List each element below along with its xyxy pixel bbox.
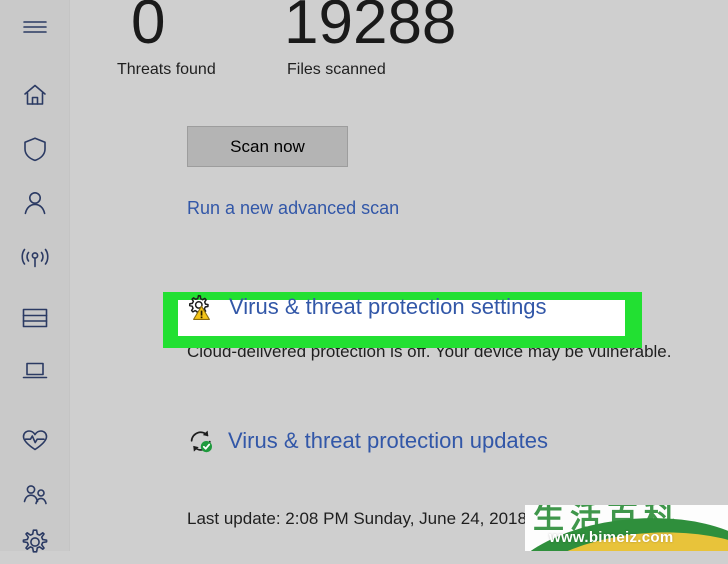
refresh-check-icon bbox=[187, 427, 215, 455]
navigation-rail bbox=[0, 0, 70, 553]
scan-statistics: 0 Threats found 19288 Files scanned bbox=[117, 0, 456, 80]
last-update-text: Last update: 2:08 PM Sunday, June 24, 20… bbox=[187, 509, 527, 528]
nav-item-device-performance-health[interactable] bbox=[0, 418, 70, 462]
home-icon bbox=[21, 81, 49, 109]
nav-item-menu[interactable] bbox=[0, 5, 70, 49]
files-scanned-label: Files scanned bbox=[287, 61, 386, 78]
shield-icon bbox=[21, 135, 49, 163]
laptop-icon bbox=[20, 357, 50, 383]
files-scanned-value: 19288 bbox=[284, 0, 457, 57]
updates-link-label: Virus & threat protection updates bbox=[228, 428, 549, 453]
person-icon bbox=[21, 189, 49, 217]
run-advanced-scan-link[interactable]: Run a new advanced scan bbox=[187, 196, 399, 220]
watermark-url-text: www.bimeiz.com bbox=[549, 529, 674, 546]
browser-window-icon bbox=[20, 305, 50, 331]
menu-icon bbox=[22, 18, 48, 36]
threats-found-label: Threats found bbox=[117, 61, 216, 78]
nav-item-family-options[interactable] bbox=[0, 473, 70, 517]
virus-threat-protection-updates-link[interactable]: Virus & threat protection updates bbox=[187, 424, 548, 458]
gear-warning-icon bbox=[187, 293, 215, 321]
nav-item-virus-threat-protection[interactable] bbox=[0, 127, 70, 171]
nav-item-home[interactable] bbox=[0, 73, 70, 117]
windows-security-window: 0 Threats found 19288 Files scanned Scan… bbox=[0, 0, 728, 553]
settings-link-label: Virus & threat protection settings bbox=[229, 294, 547, 319]
warning-triangle-badge bbox=[193, 305, 210, 320]
green-check-badge bbox=[200, 441, 212, 453]
scan-now-button[interactable]: Scan now bbox=[187, 126, 348, 167]
nav-item-device-security[interactable] bbox=[0, 348, 70, 392]
nav-item-firewall-network-protection[interactable] bbox=[0, 235, 70, 279]
virus-threat-protection-settings-link[interactable]: Virus & threat protection settings bbox=[187, 289, 547, 325]
nav-item-settings[interactable] bbox=[0, 520, 70, 564]
family-people-icon bbox=[20, 482, 50, 508]
threats-found-value: 0 bbox=[131, 0, 166, 57]
wifi-signal-icon bbox=[20, 243, 50, 271]
nav-item-account-protection[interactable] bbox=[0, 181, 70, 225]
gear-icon bbox=[20, 527, 50, 557]
heart-pulse-icon bbox=[20, 427, 50, 453]
site-watermark: 生活百科 www.bimeiz.com bbox=[525, 505, 728, 551]
nav-item-app-browser-control[interactable] bbox=[0, 296, 70, 340]
stat-threats-found: 0 Threats found bbox=[117, 0, 284, 80]
stat-files-scanned: 19288 Files scanned bbox=[284, 0, 456, 80]
main-content: 0 Threats found 19288 Files scanned Scan… bbox=[70, 0, 728, 551]
